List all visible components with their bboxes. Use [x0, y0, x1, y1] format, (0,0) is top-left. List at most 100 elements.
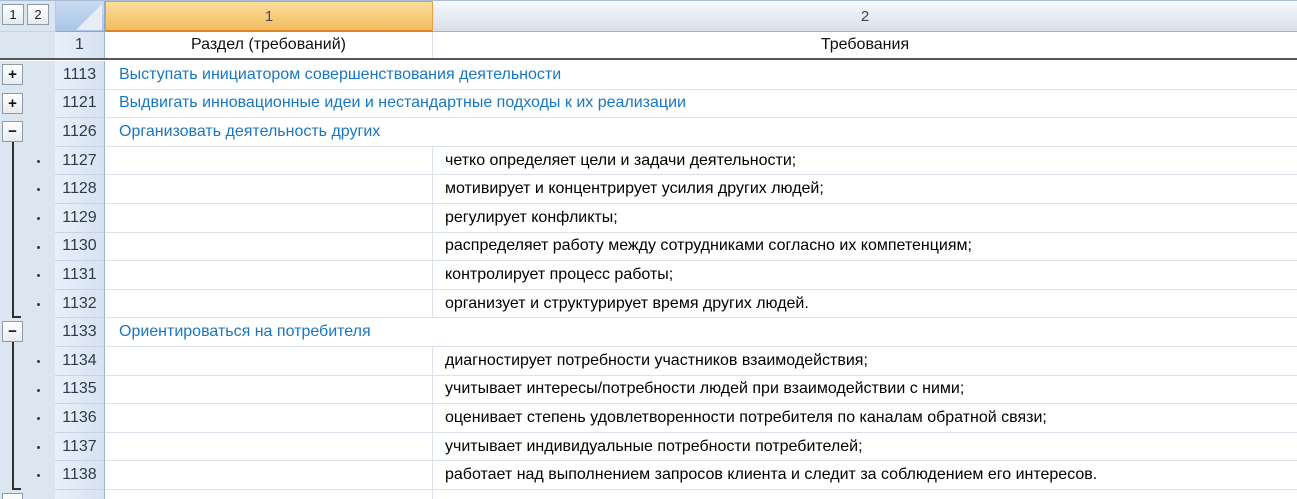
outline-bracket-line [12, 142, 14, 318]
empty-cell[interactable] [105, 461, 433, 489]
collapse-group-button[interactable]: − [2, 321, 23, 342]
table-row-partial [0, 490, 1297, 499]
outline-gutter-cell: − [0, 118, 55, 147]
row-header[interactable]: 1138 [55, 461, 105, 490]
empty-cell[interactable] [105, 376, 433, 404]
outline-gutter-cell: + [0, 61, 55, 90]
detail-row-dot-icon [37, 246, 40, 249]
requirement-cell[interactable]: распределяет работу между сотрудниками с… [433, 233, 1297, 261]
row-header[interactable]: 1127 [55, 147, 105, 176]
table-row: 1132 организует и структурирует время др… [0, 290, 1297, 319]
empty-cell[interactable] [105, 175, 433, 203]
requirement-cell[interactable]: учитывает интересы/потребности людей при… [433, 376, 1297, 404]
row-header[interactable]: 1133 [55, 318, 105, 347]
collapse-group-button[interactable]: − [2, 121, 23, 142]
requirement-cell[interactable]: диагностирует потребности участников вза… [433, 347, 1297, 375]
outline-gutter-cell [0, 404, 55, 433]
outline-gutter-cell [0, 290, 55, 319]
outline-gutter-cell [0, 433, 55, 462]
table-row: 1135 учитывает интересы/потребности люде… [0, 376, 1297, 405]
outline-level-1-button[interactable]: 1 [2, 4, 24, 25]
empty-cell[interactable] [105, 404, 433, 432]
table-row: 1127 четко определяет цели и задачи деят… [0, 147, 1297, 176]
table-row: 1130 распределяет работу между сотрудник… [0, 233, 1297, 262]
col2-title-cell[interactable]: Требования [433, 32, 1297, 58]
table-row: + 1121 Выдвигать инновационные идеи и не… [0, 90, 1297, 119]
requirement-cell[interactable]: учитывает индивидуальные потребности пот… [433, 433, 1297, 461]
detail-row-dot-icon [37, 389, 40, 392]
detail-row-dot-icon [37, 160, 40, 163]
row-header[interactable]: 1113 [55, 61, 105, 90]
expand-group-button[interactable]: + [2, 93, 23, 114]
empty-cell[interactable] [105, 490, 433, 499]
empty-cell[interactable] [105, 261, 433, 289]
outline-gutter-cell: − [0, 318, 55, 347]
table-row: − 1133 Ориентироваться на потребителя [0, 318, 1297, 347]
detail-row-dot-icon [37, 217, 40, 220]
outline-gutter-cell [0, 347, 55, 376]
row-header[interactable]: 1137 [55, 433, 105, 462]
row-header[interactable]: 1121 [55, 90, 105, 119]
row-header[interactable]: 1136 [55, 404, 105, 433]
row-header[interactable]: 1128 [55, 175, 105, 204]
table-row: 1138 работает над выполнением запросов к… [0, 461, 1297, 490]
outline-level-bar: 1 2 [0, 1, 55, 32]
outline-gutter-cell [0, 204, 55, 233]
row-header[interactable]: 1 [55, 32, 105, 58]
requirement-cell[interactable]: четко определяет цели и задачи деятельно… [433, 147, 1297, 175]
empty-cell[interactable] [433, 490, 1297, 499]
table-header-row: 1 Раздел (требований) Требования [0, 32, 1297, 60]
row-header[interactable]: 1126 [55, 118, 105, 147]
table-row: − 1126 Организовать деятельность других [0, 118, 1297, 147]
row-header[interactable]: 1131 [55, 261, 105, 290]
requirement-cell[interactable]: контролирует процесс работы; [433, 261, 1297, 289]
outline-gutter-cell [0, 175, 55, 204]
section-cell[interactable]: Ориентироваться на потребителя [105, 318, 1297, 346]
empty-cell[interactable] [105, 433, 433, 461]
section-cell[interactable]: Выдвигать инновационные идеи и нестандар… [105, 90, 1297, 118]
table-row: 1137 учитывает индивидуальные потребност… [0, 433, 1297, 462]
column-header-band: 1 2 1 2 [0, 1, 1297, 32]
column-header-2[interactable]: 2 [433, 1, 1297, 32]
empty-cell[interactable] [105, 204, 433, 232]
column-header-1[interactable]: 1 [105, 1, 433, 32]
section-cell[interactable]: Выступать инициатором совершенствования … [105, 61, 1297, 89]
table-row: 1134 диагностирует потребности участнико… [0, 347, 1297, 376]
table-row: 1136 оценивает степень удовлетворенности… [0, 404, 1297, 433]
spreadsheet: 1 2 1 2 1 Раздел (требований) Требования… [0, 0, 1297, 499]
expand-group-button[interactable]: + [2, 64, 23, 85]
select-all-triangle-icon [76, 4, 102, 30]
empty-cell[interactable] [105, 233, 433, 261]
row-header[interactable] [55, 490, 105, 499]
empty-cell[interactable] [105, 290, 433, 318]
outline-gutter-cell [0, 233, 55, 262]
outline-gutter-cell [0, 147, 55, 176]
outline-gutter-cell: + [0, 90, 55, 119]
col1-title-cell[interactable]: Раздел (требований) [105, 32, 433, 58]
table-row: 1131 контролирует процесс работы; [0, 261, 1297, 290]
requirement-cell[interactable]: мотивирует и концентрирует усилия других… [433, 175, 1297, 203]
collapse-group-button-partial[interactable] [2, 493, 23, 499]
row-header[interactable]: 1132 [55, 290, 105, 319]
requirement-cell[interactable]: регулирует конфликты; [433, 204, 1297, 232]
empty-cell[interactable] [105, 147, 433, 175]
detail-row-dot-icon [37, 303, 40, 306]
requirement-cell[interactable]: работает над выполнением запросов клиент… [433, 461, 1297, 489]
outline-bracket-foot [12, 488, 21, 490]
detail-row-dot-icon [37, 474, 40, 477]
requirement-cell[interactable]: оценивает степень удовлетворенности потр… [433, 404, 1297, 432]
row-header[interactable]: 1135 [55, 376, 105, 405]
requirement-cell[interactable]: организует и структурирует время других … [433, 290, 1297, 318]
outline-level-2-button[interactable]: 2 [27, 4, 49, 25]
outline-gutter-cell [0, 32, 55, 58]
section-cell[interactable]: Организовать деятельность других [105, 118, 1297, 146]
empty-cell[interactable] [105, 347, 433, 375]
select-all-corner[interactable] [55, 1, 105, 32]
table-row: + 1113 Выступать инициатором совершенств… [0, 61, 1297, 90]
outline-gutter-cell [0, 261, 55, 290]
table-row: 1129 регулирует конфликты; [0, 204, 1297, 233]
row-header[interactable]: 1129 [55, 204, 105, 233]
outline-gutter-cell [0, 461, 55, 490]
row-header[interactable]: 1130 [55, 233, 105, 262]
row-header[interactable]: 1134 [55, 347, 105, 376]
